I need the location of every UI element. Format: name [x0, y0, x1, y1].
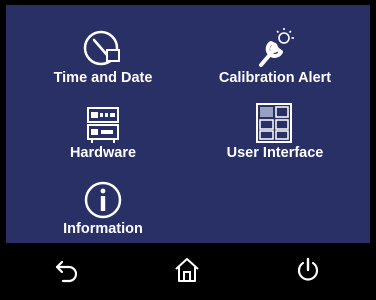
time-and-date-button[interactable]: Time and Date	[28, 21, 178, 91]
user-interface-label: User Interface	[226, 145, 324, 161]
home-button[interactable]	[167, 255, 207, 289]
back-arrow-icon	[54, 257, 80, 288]
information-button[interactable]: Information	[28, 172, 178, 242]
hardware-rack-icon	[83, 96, 123, 144]
hardware-button[interactable]: Hardware	[28, 96, 178, 166]
user-interface-button[interactable]: User Interface	[200, 96, 350, 166]
screen-grid-icon	[255, 96, 295, 144]
settings-menu-panel: Time and Date Calibration Alert Hardware…	[6, 5, 370, 243]
settings-screen: Time and Date Calibration Alert Hardware…	[0, 0, 376, 300]
hardware-label: Hardware	[69, 145, 137, 161]
home-icon	[174, 257, 200, 288]
info-icon	[83, 172, 123, 220]
information-label: Information	[63, 221, 143, 237]
power-icon	[295, 257, 321, 288]
wrench-alert-icon	[255, 21, 295, 69]
calibration-alert-button[interactable]: Calibration Alert	[200, 21, 350, 91]
back-button[interactable]	[47, 255, 87, 289]
power-button[interactable]	[288, 255, 328, 289]
bottom-nav-bar	[0, 243, 376, 300]
calibration-alert-label: Calibration Alert	[218, 70, 332, 86]
time-and-date-label: Time and Date	[53, 70, 153, 86]
clock-icon	[83, 21, 123, 69]
